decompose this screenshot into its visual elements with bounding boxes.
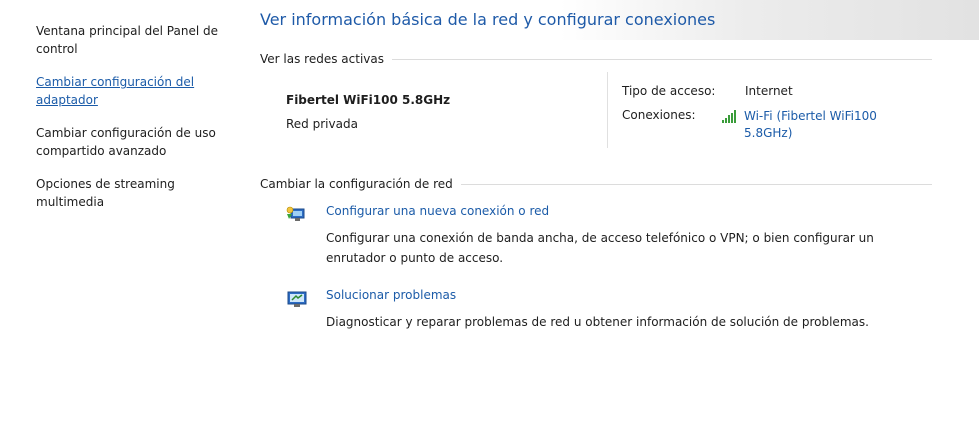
network-name: Fibertel WiFi100 5.8GHz (286, 93, 451, 107)
change-settings-heading: Cambiar la configuración de red (260, 177, 932, 191)
sidebar-item-media-streaming[interactable]: Opciones de streaming multimedia (36, 175, 236, 211)
section-divider (460, 183, 932, 185)
network-category: Red privada (286, 117, 358, 131)
active-networks-heading: Ver las redes activas (260, 52, 932, 66)
vertical-divider (607, 72, 608, 148)
left-navigation: Ventana principal del Panel de control C… (36, 22, 236, 226)
sidebar-item-change-adapter-settings[interactable]: Cambiar configuración del adaptador (36, 73, 236, 109)
sidebar-item-control-panel-home[interactable]: Ventana principal del Panel de control (36, 22, 236, 58)
setup-new-connection-description: Configurar una conexión de banda ancha, … (326, 231, 874, 265)
sidebar-item-advanced-sharing[interactable]: Cambiar configuración de uso compartido … (36, 124, 236, 160)
setup-new-connection-link[interactable]: Configurar una nueva conexión o red (326, 204, 549, 218)
wifi-signal-icon (722, 110, 740, 123)
wifi-connection-link[interactable]: Wi-Fi (Fibertel WiFi100 5.8GHz) (722, 108, 922, 142)
access-type-value: Internet (745, 84, 793, 98)
new-connection-icon (286, 206, 305, 221)
connections-label: Conexiones: (622, 108, 696, 122)
troubleshoot-description: Diagnosticar y reparar problemas de red … (326, 315, 869, 329)
troubleshoot-icon (287, 291, 307, 307)
section-divider (391, 58, 932, 60)
page-title: Ver información básica de la red y confi… (260, 10, 716, 29)
access-type-label: Tipo de acceso: (622, 84, 716, 98)
troubleshoot-link[interactable]: Solucionar problemas (326, 288, 456, 302)
wifi-connection-label[interactable]: Wi-Fi (Fibertel WiFi100 5.8GHz) (744, 108, 914, 142)
change-settings-heading-label: Cambiar la configuración de red (260, 177, 453, 191)
active-networks-heading-label: Ver las redes activas (260, 52, 384, 66)
